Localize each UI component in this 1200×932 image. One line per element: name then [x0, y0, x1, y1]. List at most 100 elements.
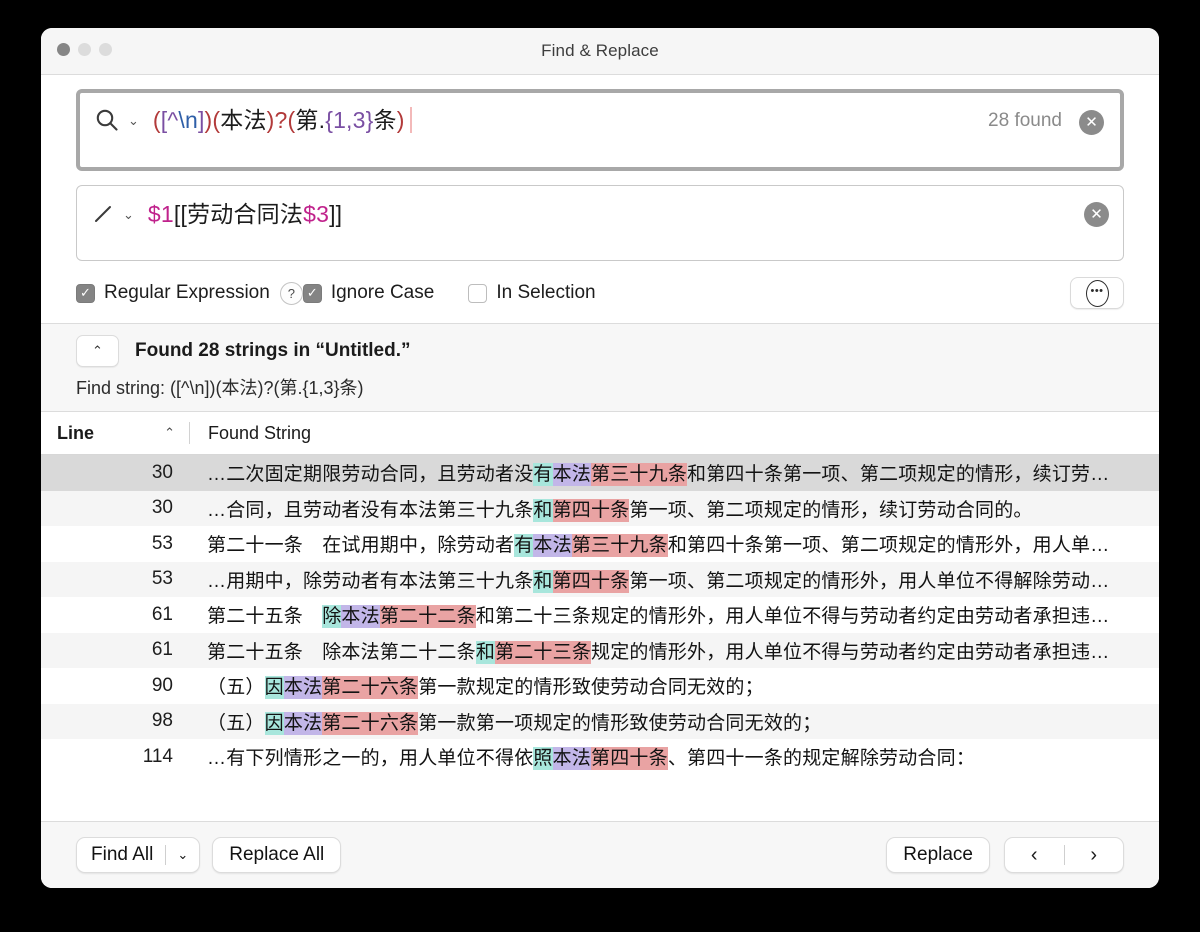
replace-field-row: ⌄ $1[[劳动合同法$3]] [91, 199, 1109, 229]
found-text-prefix: （五） [207, 712, 265, 734]
previous-match-button[interactable]: ‹ [1005, 838, 1064, 872]
search-icon [94, 107, 120, 133]
capture-group-highlight: 第三十九条 [591, 463, 688, 487]
replace-options-chevron-down-icon[interactable]: ⌄ [120, 208, 137, 221]
table-row[interactable]: 53 第二十一条 在试用期中，除劳动者有本法第三十九条和第四十条第一项、第二项规定… [41, 526, 1159, 562]
found-text-prefix: （五） [207, 677, 265, 699]
cell-found-string: …合同，且劳动者没有本法第三十九条和第四十条第一项、第二项规定的情形，续订劳动合… [189, 495, 1033, 522]
collapse-results-button[interactable]: ⌃ [76, 335, 119, 367]
checkbox-ignore-case-box: ✓ [302, 283, 322, 303]
table-row[interactable]: 30 …二次固定期限劳动合同，且劳动者没有本法第三十九条和第四十条第一项、第二项规… [41, 455, 1159, 491]
table-row[interactable]: 30 …合同，且劳动者没有本法第三十九条和第四十条第一项、第二项规定的情形，续订劳… [41, 490, 1159, 526]
replace-all-button[interactable]: Replace All [212, 837, 342, 873]
cell-line-number: 61 [151, 603, 173, 625]
checkbox-regular-expression-label: Regular Expression [104, 282, 270, 303]
found-text-tail: 、第四十一条的规定解除劳动合同： [667, 748, 976, 770]
capture-group-highlight: 第三十九条 [571, 534, 668, 558]
checkbox-in-selection[interactable]: In Selection [468, 282, 596, 304]
table-row[interactable]: 61 第二十五条 除本法第二十二条和第二十三条规定的情形外，用人单位不得与劳动者约… [41, 632, 1159, 668]
found-text-tail: 第一款规定的情形致使劳动合同无效的； [418, 677, 764, 699]
capture-group-highlight: 因 [264, 676, 284, 700]
cell-line-number: 61 [151, 639, 173, 661]
syntax-token-0: ( [152, 107, 161, 133]
capture-group-highlight: 本法 [341, 605, 380, 629]
window-title: Find & Replace [541, 41, 659, 60]
cell-line-number: 114 [142, 745, 173, 767]
capture-group-highlight: 本法 [552, 747, 592, 771]
capture-group-highlight: 第二十三条 [495, 640, 592, 664]
capture-group-highlight: 因 [264, 711, 284, 735]
regex-help-button[interactable]: ? [279, 281, 303, 305]
find-all-label: Find All [91, 844, 154, 865]
screen: Find & Replace ⌄ ([^\n])(本法)?(第.{1,3}条) … [0, 0, 1200, 932]
find-field-value: ([^\n])(本法)?(第.{1,3}条) [153, 105, 405, 135]
syntax-token-8: ) [266, 107, 275, 133]
cell-found-string: 第二十一条 在试用期中，除劳动者有本法第三十九条和第四十条第一项、第二项规定的情… [189, 530, 1110, 558]
syntax-token-13: {1,3} [325, 107, 374, 133]
find-clear-icon[interactable]: ✕ [1079, 110, 1104, 135]
footer-toolbar: Find All ⌄ Replace All Replace ‹ › [41, 821, 1159, 888]
column-header-found-string[interactable]: Found String [190, 423, 311, 444]
cell-line-number: 90 [151, 674, 173, 696]
cell-line-number: 30 [151, 497, 173, 519]
syntax-token-0: $1 [147, 201, 174, 227]
replace-field[interactable]: ⌄ $1[[劳动合同法$3]] ✕ [76, 185, 1124, 261]
checkbox-ignore-case[interactable]: ✓ Ignore Case [302, 282, 434, 304]
capture-group-highlight: 第二十二条 [379, 605, 476, 629]
table-row[interactable]: 61 第二十五条 除本法第二十二条和第二十三条规定的情形外，用人单位不得与劳动者约… [41, 597, 1159, 633]
pencil-icon [91, 202, 115, 226]
more-options-button[interactable]: ••• [1070, 277, 1124, 309]
column-header-line[interactable]: Line ⌃ [41, 412, 189, 454]
column-header-line-label: Line [57, 422, 95, 443]
capture-group-highlight: 和 [475, 640, 496, 664]
found-text-tail: 第一项、第二项规定的情形，续订劳动合同的。 [629, 499, 1033, 521]
cell-found-string: 第二十五条 除本法第二十二条和第二十三条规定的情形外，用人单位不得与劳动者约定由… [189, 601, 1109, 629]
replace-field-value: $1[[劳动合同法$3]] [148, 199, 342, 229]
checkbox-in-selection-box [468, 283, 488, 303]
found-count-label: 28 found [988, 110, 1062, 131]
cell-found-string: 第二十五条 除本法第二十二条和第二十三条规定的情形外，用人单位不得与劳动者约定由… [189, 637, 1109, 664]
found-text-prefix: 第二十一条 在试用期中，除劳动者 [207, 535, 515, 557]
cell-line-number: 53 [151, 568, 173, 590]
syntax-token-3: ]] [329, 201, 343, 227]
table-row[interactable]: 98 （五）因本法第二十六条第一款第一项规定的情形致使劳动合同无效的； [41, 703, 1159, 739]
found-text-tail: 和第四十条第一项、第二项规定的情形外，用人单… [667, 535, 1110, 557]
cell-found-string: …有下列情形之一的，用人单位不得依照本法第四十条、第四十一条的规定解除劳动合同： [189, 743, 976, 771]
table-row[interactable]: 53 …用期中，除劳动者有本法第三十九条和第四十条第一项、第二项规定的情形外，用人… [41, 561, 1159, 597]
window-titlebar: Find & Replace [41, 28, 1159, 75]
results-find-string: Find string: ([^\n])(本法)?(第.{1,3}条) [76, 378, 364, 398]
capture-group-highlight: 本法 [552, 463, 592, 487]
capture-group-highlight: 本法 [533, 534, 572, 558]
found-text-prefix: …用期中，除劳动者有本法第三十九条 [207, 570, 534, 592]
find-all-button[interactable]: Find All ⌄ [76, 837, 201, 873]
table-header: Line ⌃ Found String [41, 412, 1159, 455]
table-row[interactable]: 90 （五）因本法第二十六条第一款规定的情形致使劳动合同无效的； [41, 668, 1159, 704]
text-caret [409, 107, 412, 133]
results-table: Line ⌃ Found String 30 …二次固定期限劳动合同，且劳动者没有… [41, 411, 1159, 821]
syntax-token-11: 第 [295, 107, 319, 133]
results-header-top: ⌃ Found 28 strings in “Untitled.” [76, 335, 1124, 367]
search-fields-area: ⌄ ([^\n])(本法)?(第.{1,3}条) 28 found ✕ ⌄ $1… [41, 75, 1159, 261]
capture-group-highlight: 和 [533, 498, 553, 522]
table-row[interactable]: 114 …有下列情形之一的，用人单位不得依照本法第四十条、第四十一条的规定解除劳动… [41, 739, 1159, 775]
syntax-token-4: ] [197, 107, 205, 133]
ellipsis-circle-icon: ••• [1085, 279, 1109, 307]
capture-group-highlight: 第二十六条 [322, 676, 419, 700]
find-all-chevron-down-icon[interactable]: ⌄ [166, 847, 199, 863]
found-text-tail: 第一项、第二项规定的情形外，用人单位不得解除劳动… [629, 570, 1110, 592]
find-options-chevron-down-icon[interactable]: ⌄ [125, 114, 142, 127]
replace-button[interactable]: Replace [886, 837, 990, 873]
find-field[interactable]: ⌄ ([^\n])(本法)?(第.{1,3}条) 28 found ✕ [76, 89, 1124, 171]
results-title: Found 28 strings in “Untitled.” [135, 340, 411, 361]
syntax-token-7: 本法 [220, 107, 267, 133]
syntax-token-2: ^ [167, 107, 179, 133]
syntax-token-2: $3 [303, 201, 330, 227]
checkbox-regular-expression[interactable]: ✓ Regular Expression [76, 282, 270, 304]
find-field-row: ⌄ ([^\n])(本法)?(第.{1,3}条) [94, 105, 1106, 135]
replace-clear-icon[interactable]: ✕ [1084, 202, 1109, 227]
next-match-button[interactable]: › [1065, 838, 1124, 872]
capture-group-highlight: 照 [533, 747, 553, 771]
options-row: ✓ Regular Expression ? ✓ Ignore Case In … [41, 261, 1159, 323]
found-text-prefix: …二次固定期限劳动合同，且劳动者没 [207, 464, 534, 486]
found-text-prefix: …有下列情形之一的，用人单位不得依 [207, 748, 534, 770]
